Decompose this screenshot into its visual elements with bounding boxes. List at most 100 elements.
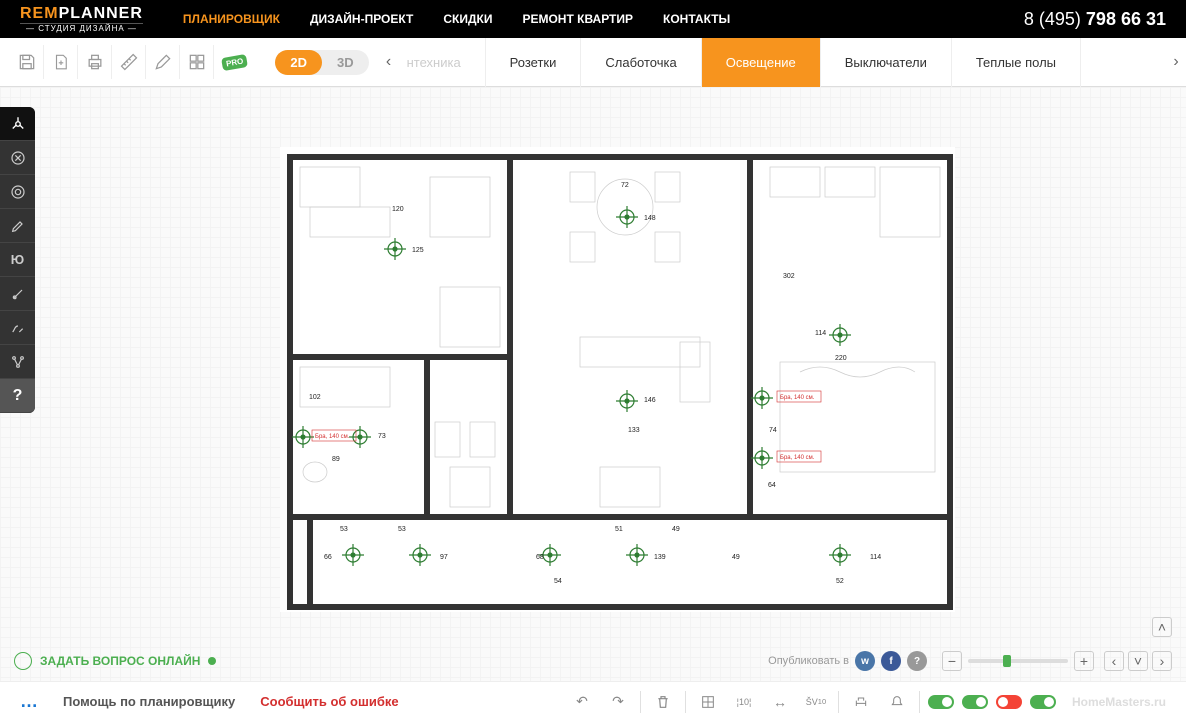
tool-branch-icon[interactable] — [0, 345, 35, 379]
logo-subtitle: — СТУДИЯ ДИЗАЙНА — — [20, 23, 143, 33]
svg-text:Бра, 140 см.: Бра, 140 см. — [315, 434, 350, 440]
save-icon[interactable] — [10, 45, 44, 79]
toggle-2[interactable] — [962, 695, 988, 709]
tool-help-icon[interactable]: ? — [0, 379, 35, 413]
pan-left-button[interactable]: ‹ — [1104, 651, 1124, 671]
toolbar: PRO 2D 3D ‹ нтехника Розетки Слаботочка … — [0, 38, 1186, 87]
bell-icon[interactable] — [883, 688, 911, 716]
furniture-icon[interactable] — [847, 688, 875, 716]
print-icon[interactable] — [78, 45, 112, 79]
toggle-1[interactable] — [928, 695, 954, 709]
pan-up-button[interactable]: ˄ — [1152, 617, 1172, 637]
tab-sockets[interactable]: Розетки — [486, 38, 582, 87]
svg-text:51: 51 — [615, 526, 623, 533]
tool-plug-icon[interactable] — [0, 277, 35, 311]
svg-text:54: 54 — [554, 578, 562, 585]
tool-wave-icon[interactable] — [0, 311, 35, 345]
online-status-dot — [208, 657, 216, 665]
undo-icon[interactable]: ↶ — [568, 688, 596, 716]
tab-warmfloor[interactable]: Теплые полы — [952, 38, 1081, 87]
svg-text:66: 66 — [324, 554, 332, 561]
watermark: HomeMasters.ru — [1072, 695, 1166, 709]
side-tool-panel: Ю ? — [0, 107, 35, 413]
tools-icon[interactable] — [146, 45, 180, 79]
canvas-info-bar: ЗАДАТЬ ВОПРОС ОНЛАЙН Опубликовать в w f … — [0, 641, 1186, 681]
nav-planner[interactable]: ПЛАНИРОВЩИК — [183, 12, 280, 26]
publish-block: Опубликовать в w f ? — [768, 651, 927, 671]
tabs-scroll-left[interactable]: ‹ — [379, 38, 399, 87]
svg-text:49: 49 — [672, 526, 680, 533]
publish-label: Опубликовать в — [768, 655, 849, 667]
logo-rem: REM — [20, 5, 59, 22]
footer: … Помощь по планировщику Сообщить об оши… — [0, 681, 1186, 721]
svg-text:302: 302 — [783, 273, 795, 280]
svg-text:Бра, 140 см.: Бра, 140 см. — [780, 455, 815, 461]
svg-text:139: 139 — [654, 554, 666, 561]
tab-lowcurrent[interactable]: Слаботочка — [581, 38, 701, 87]
redo-icon[interactable]: ↷ — [604, 688, 632, 716]
svg-text:72: 72 — [621, 182, 629, 189]
svg-text:53: 53 — [398, 526, 406, 533]
ruler-icon[interactable] — [112, 45, 146, 79]
main-nav: ПЛАНИРОВЩИК ДИЗАЙН-ПРОЕКТ СКИДКИ РЕМОНТ … — [183, 12, 1024, 26]
new-page-icon[interactable] — [44, 45, 78, 79]
pan-arrows: ‹ ˅ › — [1104, 651, 1172, 671]
svg-text:114: 114 — [870, 554, 881, 561]
footer-report-link[interactable]: Сообщить об ошибке — [260, 694, 398, 709]
zoom-controls: − + — [942, 651, 1094, 671]
tab-switches[interactable]: Выключатели — [821, 38, 952, 87]
snap-10-icon[interactable]: ¦10¦ — [730, 688, 758, 716]
logo[interactable]: REMPLANNER — СТУДИЯ ДИЗАЙНА — — [20, 5, 143, 33]
svg-text:120: 120 — [392, 206, 404, 213]
toggle-4[interactable] — [1030, 695, 1056, 709]
phone-number: 8 (495) 798 66 31 — [1024, 9, 1166, 30]
grid-snap-icon[interactable] — [694, 688, 722, 716]
nav-discounts[interactable]: СКИДКИ — [443, 12, 492, 26]
tool-spiral-icon[interactable] — [0, 175, 35, 209]
tabs: нтехника Розетки Слаботочка Освещение Вы… — [399, 38, 1166, 87]
delete-icon[interactable] — [649, 688, 677, 716]
tool-anchor-icon[interactable]: Ю — [0, 243, 35, 277]
nav-repair[interactable]: РЕМОНТ КВАРТИР — [522, 12, 633, 26]
tool-brush-icon[interactable] — [0, 209, 35, 243]
svg-text:53: 53 — [340, 526, 348, 533]
ask-online-button[interactable]: ЗАДАТЬ ВОПРОС ОНЛАЙН — [40, 654, 200, 668]
nav-design[interactable]: ДИЗАЙН-ПРОЕКТ — [310, 12, 413, 26]
canvas-area[interactable]: Ю ? 120125721483021461331142207464102738… — [0, 87, 1186, 681]
nav-contacts[interactable]: КОНТАКТЫ — [663, 12, 730, 26]
zoom-in-button[interactable]: + — [1074, 651, 1094, 671]
pro-badge[interactable]: PRO — [221, 53, 248, 70]
pan-right-button[interactable]: › — [1152, 651, 1172, 671]
tab-lighting[interactable]: Освещение — [702, 38, 821, 87]
svg-text:220: 220 — [835, 355, 847, 362]
zoom-out-button[interactable]: − — [942, 651, 962, 671]
pan-down-button[interactable]: ˅ — [1128, 651, 1148, 671]
share-vk-icon[interactable]: w — [855, 651, 875, 671]
tab-plumbing[interactable]: нтехника — [399, 38, 486, 87]
svg-text:125: 125 — [412, 247, 424, 254]
svg-text:97: 97 — [440, 554, 448, 561]
tool-circle-x-icon[interactable] — [0, 141, 35, 175]
grid-icon[interactable] — [180, 45, 214, 79]
toggle-3[interactable] — [996, 695, 1022, 709]
svg-text:49: 49 — [732, 554, 740, 561]
svg-text:74: 74 — [769, 427, 777, 434]
main-header: REMPLANNER — СТУДИЯ ДИЗАЙНА — ПЛАНИРОВЩИ… — [0, 0, 1186, 38]
tabs-scroll-right[interactable]: › — [1166, 38, 1186, 87]
zoom-slider[interactable] — [968, 659, 1068, 663]
svg-text:114: 114 — [815, 330, 826, 337]
view-2d-button[interactable]: 2D — [275, 50, 322, 75]
logo-planner: PLANNER — [59, 5, 143, 22]
share-help-icon[interactable]: ? — [907, 651, 927, 671]
svg-text:146: 146 — [644, 397, 656, 404]
view-3d-button[interactable]: 3D — [322, 50, 369, 75]
dimension-icon[interactable]: ↔ — [766, 688, 794, 716]
more-menu-icon[interactable]: … — [20, 691, 38, 712]
share-fb-icon[interactable]: f — [881, 651, 901, 671]
floorplan-svg[interactable]: 1201257214830214613311422074641027389536… — [280, 147, 955, 612]
svg-text:Бра, 140 см.: Бра, 140 см. — [780, 395, 815, 401]
chat-icon[interactable] — [14, 652, 32, 670]
footer-help-link[interactable]: Помощь по планировщику — [63, 694, 235, 709]
tool-node-icon[interactable] — [0, 107, 35, 141]
sv-10-icon[interactable]: ŠV10 — [802, 688, 830, 716]
